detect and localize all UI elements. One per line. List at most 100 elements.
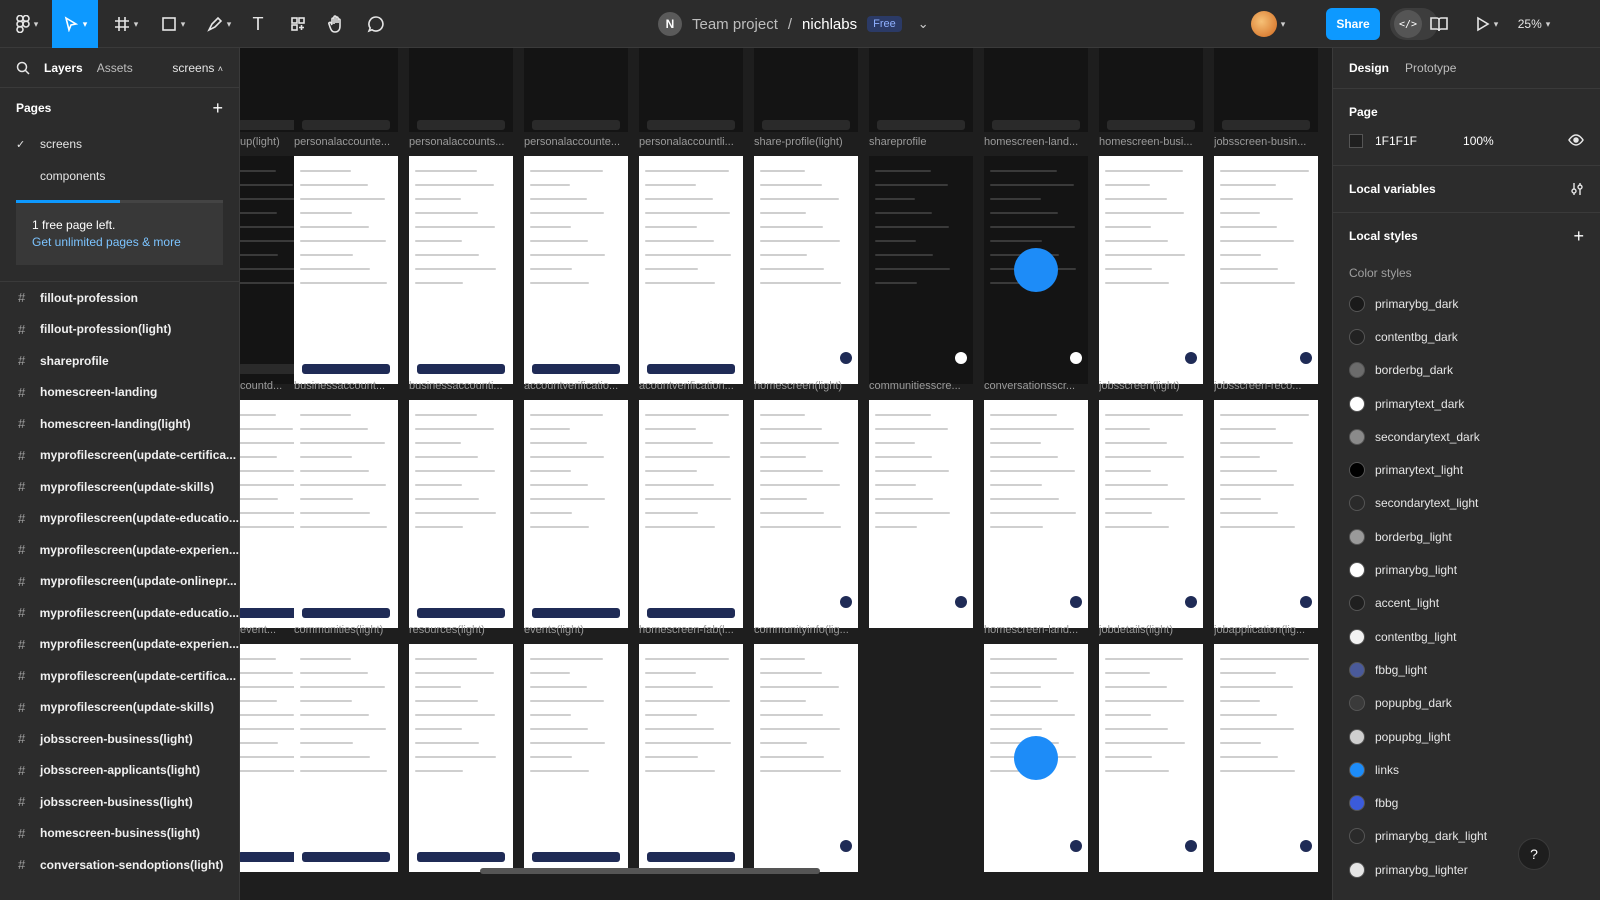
eye-icon[interactable] bbox=[1568, 133, 1584, 149]
text-tool-button[interactable]: T bbox=[246, 0, 270, 48]
user-menu-button[interactable]: ▾ bbox=[1244, 0, 1292, 48]
screen-frame[interactable] bbox=[409, 48, 513, 132]
screen-frame[interactable] bbox=[754, 156, 858, 384]
layer-item[interactable]: # myprofilescreen(update-experien... bbox=[0, 534, 239, 566]
color-style-item[interactable]: contentbg_light bbox=[1333, 620, 1600, 653]
frame-label[interactable]: jobapplication(lig... bbox=[1214, 624, 1318, 636]
frame-tool-button[interactable]: ▾ bbox=[108, 0, 144, 48]
frame-label[interactable]: personalaccounte... bbox=[294, 136, 398, 148]
layer-item[interactable]: # jobsscreen-business(light) bbox=[0, 786, 239, 818]
screen-frame[interactable] bbox=[984, 400, 1088, 628]
frame-label[interactable]: resources(light) bbox=[409, 624, 513, 636]
shape-tool-button[interactable]: ▾ bbox=[154, 0, 192, 48]
color-style-item[interactable]: popupbg_light bbox=[1333, 720, 1600, 753]
frame-label[interactable]: acountverification... bbox=[639, 380, 743, 392]
team-name[interactable]: Team project bbox=[692, 16, 778, 33]
screen-frame[interactable] bbox=[524, 156, 628, 384]
screen-frame[interactable] bbox=[984, 644, 1088, 872]
color-style-item[interactable]: primarybg_dark bbox=[1333, 287, 1600, 320]
frame-label[interactable]: homescreen-busi... bbox=[1099, 136, 1203, 148]
color-style-item[interactable]: popupbg_dark bbox=[1333, 687, 1600, 720]
canvas-horizontal-scrollbar[interactable] bbox=[480, 868, 820, 874]
page-item-screens[interactable]: ✓ screens bbox=[0, 128, 239, 160]
layer-item[interactable]: # conversation-sendoptions(light) bbox=[0, 849, 239, 881]
variables-settings-icon[interactable] bbox=[1570, 182, 1584, 196]
layer-item[interactable]: # shareprofile bbox=[0, 345, 239, 377]
layer-item[interactable]: # fillout-profession bbox=[0, 282, 239, 314]
team-avatar[interactable]: N bbox=[658, 12, 682, 36]
tab-assets[interactable]: Assets bbox=[97, 61, 133, 75]
screen-frame[interactable] bbox=[524, 400, 628, 628]
file-menu-chevron-icon[interactable]: ⌄ bbox=[918, 16, 929, 32]
screen-frame[interactable] bbox=[1214, 156, 1318, 384]
layer-item[interactable]: # myprofilescreen(update-skills) bbox=[0, 471, 239, 503]
color-style-item[interactable]: primarybg_light bbox=[1333, 553, 1600, 586]
present-button[interactable]: ▾ bbox=[1470, 0, 1504, 48]
screen-frame[interactable] bbox=[869, 400, 973, 628]
layer-item[interactable]: # homescreen-business(light) bbox=[0, 818, 239, 850]
frame-label[interactable]: accountverificatio... bbox=[524, 380, 628, 392]
layer-item[interactable]: # myprofilescreen(update-onlinepr... bbox=[0, 566, 239, 598]
color-style-item[interactable]: secondarytext_light bbox=[1333, 487, 1600, 520]
color-style-item[interactable]: accent_light bbox=[1333, 587, 1600, 620]
screen-frame[interactable] bbox=[409, 400, 513, 628]
plan-badge[interactable]: Free bbox=[867, 16, 902, 32]
screen-frame[interactable] bbox=[639, 400, 743, 628]
layer-item[interactable]: # myprofilescreen(update-certifica... bbox=[0, 660, 239, 692]
design-canvas[interactable]: up(light) personalaccounte... personalacco… bbox=[240, 48, 1332, 900]
frame-label[interactable]: homescreen-land... bbox=[984, 136, 1088, 148]
add-style-icon[interactable]: + bbox=[1573, 226, 1584, 247]
screen-frame[interactable] bbox=[524, 48, 628, 132]
frame-label[interactable]: share-profile(light) bbox=[754, 136, 858, 148]
screen-frame[interactable] bbox=[984, 156, 1088, 384]
local-variables-row[interactable]: Local variables bbox=[1333, 166, 1600, 212]
color-style-item[interactable]: primarybg_dark_light bbox=[1333, 820, 1600, 853]
page-color-value[interactable]: 1F1F1F bbox=[1375, 134, 1417, 148]
screen-frame[interactable] bbox=[409, 644, 513, 872]
hand-tool-button[interactable] bbox=[324, 0, 348, 48]
screen-frame[interactable] bbox=[984, 48, 1088, 132]
screen-frame[interactable] bbox=[1214, 400, 1318, 628]
layer-item[interactable]: # jobsscreen-applicants(light) bbox=[0, 755, 239, 787]
layer-item[interactable]: # myprofilescreen(update-experien... bbox=[0, 629, 239, 661]
tab-design[interactable]: Design bbox=[1349, 61, 1389, 75]
frame-label[interactable]: businessaccounti... bbox=[409, 380, 513, 392]
screen-frame[interactable] bbox=[754, 48, 858, 132]
color-style-item[interactable]: fbbg_light bbox=[1333, 653, 1600, 686]
tab-prototype[interactable]: Prototype bbox=[1405, 61, 1456, 75]
screen-frame[interactable] bbox=[754, 400, 858, 628]
page-background-row[interactable]: 1F1F1F 100% bbox=[1333, 125, 1600, 157]
search-icon[interactable] bbox=[16, 61, 30, 75]
frame-label[interactable]: jobdetails(light) bbox=[1099, 624, 1203, 636]
page-opacity-value[interactable]: 100% bbox=[1463, 134, 1494, 148]
layer-item[interactable]: # homescreen-landing bbox=[0, 377, 239, 409]
screen-frame[interactable] bbox=[1099, 48, 1203, 132]
layer-item[interactable]: # myprofilescreen(update-certifica... bbox=[0, 440, 239, 472]
screen-frame[interactable] bbox=[639, 156, 743, 384]
tab-layers[interactable]: Layers bbox=[44, 61, 83, 75]
color-style-item[interactable]: primarytext_light bbox=[1333, 453, 1600, 486]
layer-item[interactable]: # myprofilescreen(update-educatio... bbox=[0, 503, 239, 535]
frame-label[interactable]: homescreen-fab(l... bbox=[639, 624, 743, 636]
screen-frame[interactable] bbox=[754, 644, 858, 872]
frame-label[interactable]: businessaccount... bbox=[294, 380, 398, 392]
color-style-item[interactable]: fbbg bbox=[1333, 786, 1600, 819]
color-style-item[interactable]: links bbox=[1333, 753, 1600, 786]
frame-label[interactable]: jobsscreen-busin... bbox=[1214, 136, 1318, 148]
file-name[interactable]: nichlabs bbox=[802, 16, 857, 33]
layer-item[interactable]: # jobsscreen-business(light) bbox=[0, 723, 239, 755]
layer-item[interactable]: # myprofilescreen(update-educatio... bbox=[0, 597, 239, 629]
frame-label[interactable]: personalaccounte... bbox=[524, 136, 628, 148]
zoom-menu[interactable]: 25% ▾ bbox=[1512, 0, 1556, 48]
screen-frame[interactable] bbox=[294, 400, 398, 628]
screen-frame[interactable] bbox=[1099, 156, 1203, 384]
comment-tool-button[interactable] bbox=[364, 0, 388, 48]
frame-label[interactable]: events(light) bbox=[524, 624, 628, 636]
frame-label[interactable]: jobsscreen-reco... bbox=[1214, 380, 1318, 392]
components-tool-button[interactable] bbox=[286, 0, 310, 48]
frame-label[interactable]: communitiesscre... bbox=[869, 380, 973, 392]
layer-item[interactable]: # fillout-profession(light) bbox=[0, 314, 239, 346]
screen-frame[interactable] bbox=[294, 48, 398, 132]
frame-label[interactable]: homescreen(light) bbox=[754, 380, 858, 392]
pen-tool-button[interactable]: ▾ bbox=[200, 0, 238, 48]
